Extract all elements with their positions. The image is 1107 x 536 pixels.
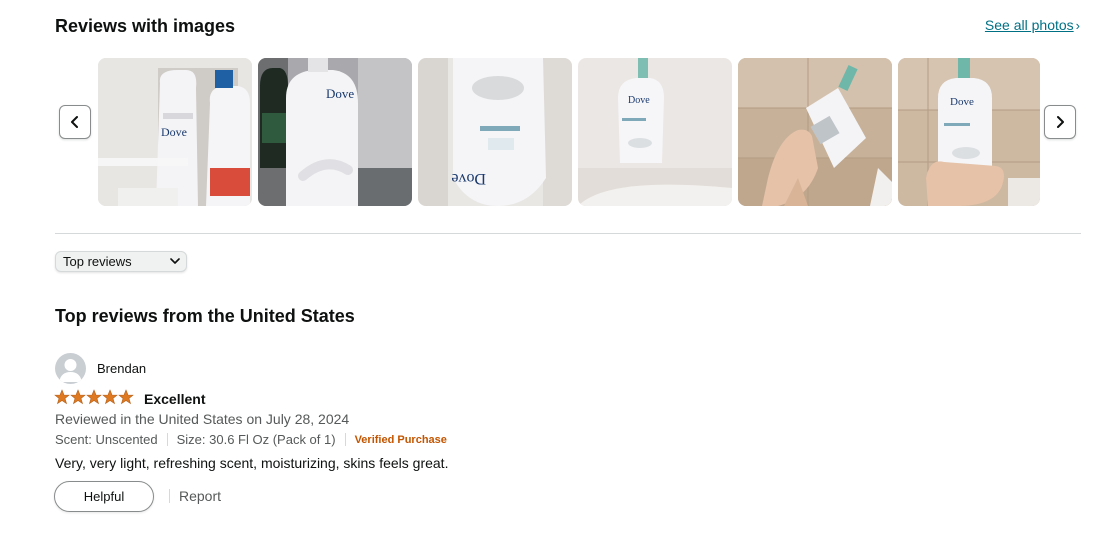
photo-dove-label-6: Dove <box>950 96 974 108</box>
review-title[interactable]: Excellent <box>144 391 205 407</box>
star-icon <box>86 389 102 405</box>
review-photo-6[interactable]: Dove <box>898 58 1040 206</box>
sort-selected-value[interactable]: Top reviews <box>63 254 132 269</box>
sort-reviews-dropdown[interactable]: Top reviews <box>55 251 187 272</box>
helpful-label[interactable]: Helpful <box>84 489 124 504</box>
see-all-photos-label[interactable]: See all photos <box>985 17 1074 33</box>
scent-variant: Scent: Unscented <box>55 432 158 447</box>
chevron-right-icon <box>1057 116 1064 128</box>
star-icon <box>70 389 86 405</box>
top-reviews-heading: Top reviews from the United States <box>55 306 355 326</box>
star-rating[interactable] <box>54 389 134 405</box>
review-photo-2[interactable]: Dove <box>258 58 412 206</box>
review-photo-3[interactable]: Dove <box>418 58 572 206</box>
section-divider <box>55 233 1081 234</box>
review-photo-5[interactable] <box>738 58 892 206</box>
review-body: Very, very light, refreshing scent, mois… <box>55 455 449 471</box>
size-variant: Size: 30.6 Fl Oz (Pack of 1) <box>176 432 336 447</box>
report-link[interactable]: Report <box>179 488 221 504</box>
photo-dove-label-2: Dove <box>326 86 354 101</box>
review-photo-1[interactable]: Dove <box>98 58 252 206</box>
review-photo-4[interactable]: Dove <box>578 58 732 206</box>
review-date: Reviewed in the United States on July 28… <box>55 411 350 427</box>
photo-dove-label-3: Dove <box>451 170 486 187</box>
reviewer-name[interactable]: Brendan <box>97 361 146 376</box>
verified-purchase-badge: Verified Purchase <box>354 433 447 446</box>
meta-separator <box>166 433 168 446</box>
star-icon <box>102 389 118 405</box>
photo-dove-label-4: Dove <box>628 95 650 106</box>
chevron-down-icon <box>170 258 180 264</box>
chevron-left-icon <box>71 116 78 128</box>
photo-dove-label-1: Dove <box>161 125 187 139</box>
carousel-prev-button[interactable] <box>59 105 91 139</box>
chevron-right-small-icon: › <box>1075 18 1080 33</box>
see-all-photos-link[interactable]: See all photos › <box>985 17 1080 33</box>
reviews-with-images-heading: Reviews with images <box>55 16 236 36</box>
carousel-next-button[interactable] <box>1044 105 1076 139</box>
star-icon <box>54 389 70 405</box>
meta-separator <box>344 433 346 446</box>
user-avatar-icon <box>55 353 86 384</box>
report-separator <box>169 489 170 503</box>
helpful-button[interactable]: Helpful <box>54 481 154 512</box>
review-format-strip: Scent: Unscented Size: 30.6 Fl Oz (Pack … <box>55 432 447 447</box>
star-icon <box>118 389 134 405</box>
